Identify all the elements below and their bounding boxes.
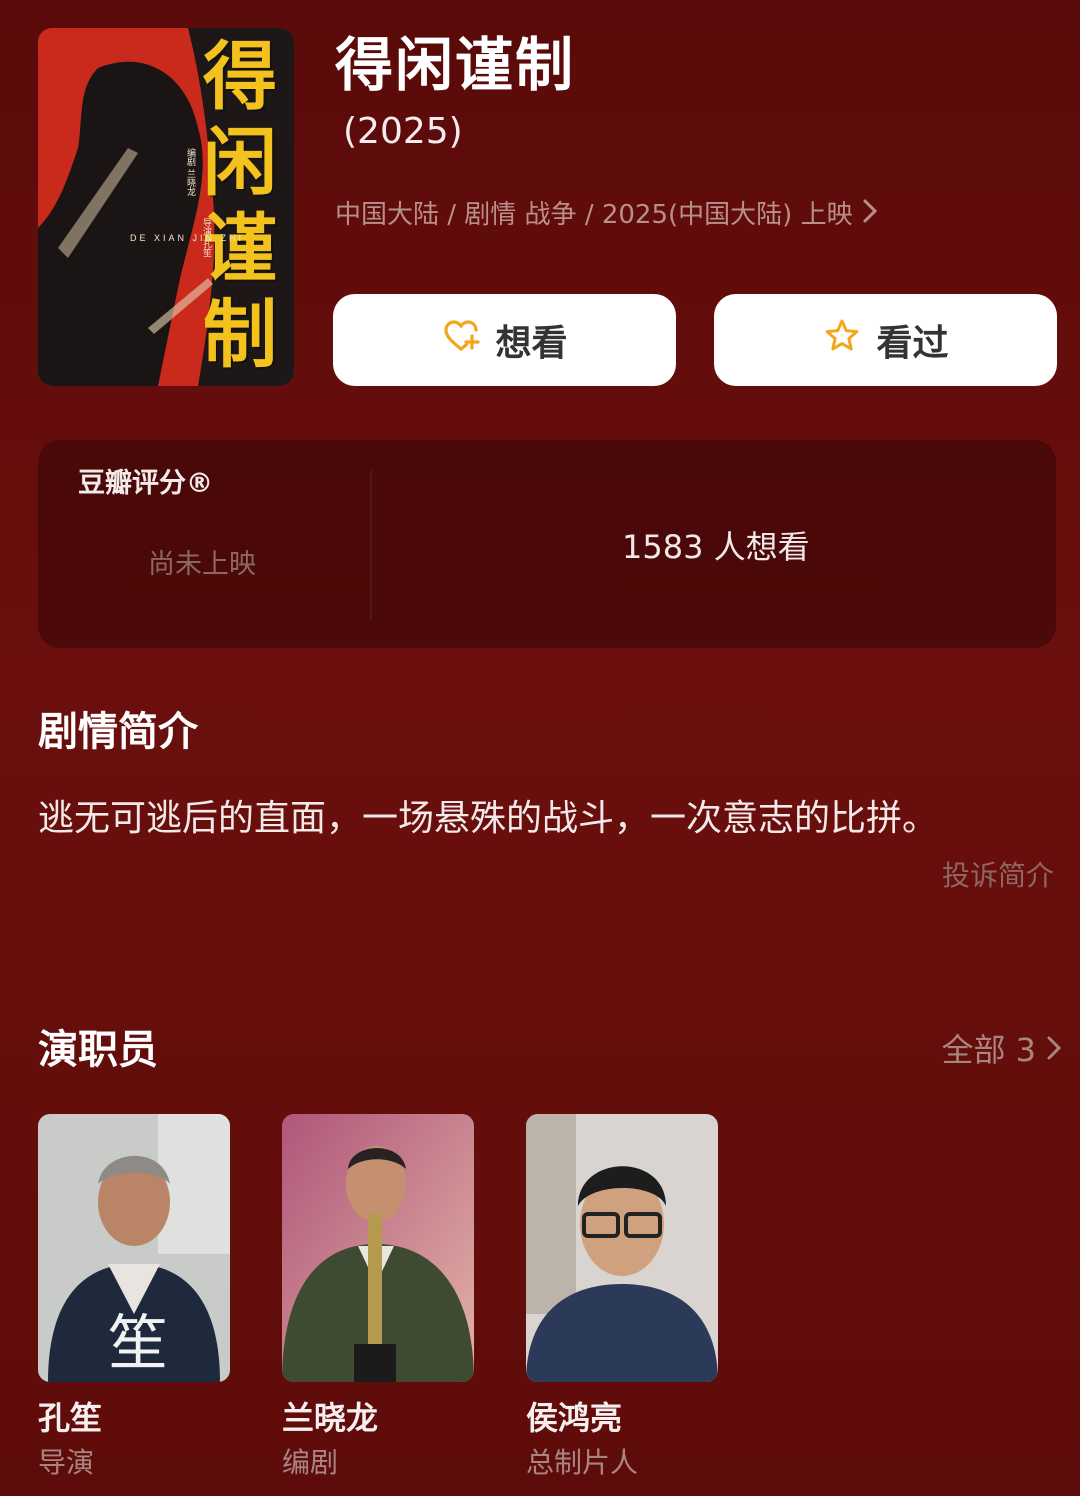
want-to-watch-label: 想看 [495,323,568,364]
poster-credit-writer: 编剧 兰晓龙 [185,148,195,196]
rating-divider [370,470,372,620]
douban-rating-label: 豆瓣评分® [78,468,213,499]
want-count: 1583 人想看 [622,528,810,566]
plot-section-title: 剧情简介 [38,709,198,755]
rating-status: 尚未上映 [148,549,256,580]
movie-year: (2025) [343,111,463,152]
avatar [526,1114,718,1382]
svg-text:笙: 笙 [108,1309,168,1379]
cast-member-role: 总制片人 [526,1446,639,1479]
cast-member-card[interactable]: 笙 孔笙 导演 [38,1114,230,1482]
star-icon [822,316,862,365]
cast-member-name: 侯鸿亮 [526,1399,623,1437]
movie-meta-link[interactable]: 中国大陆 / 剧情 战争 / 2025(中国大陆) 上映 [335,196,879,234]
chevron-right-icon [1046,1028,1062,1072]
movie-title: 得闲谨制 [335,31,576,99]
want-to-watch-button[interactable]: 想看 [333,294,676,386]
cast-member-card[interactable]: 兰晓龙 编剧 [282,1114,474,1482]
report-summary-link[interactable]: 投诉简介 [942,856,1054,896]
poster-title: 得 闲 谨 制 [203,34,277,378]
plot-summary: 逃无可逃后的直面，一场悬殊的战斗，一次意志的比拼。 [38,798,939,839]
poster-subtitle: DE XIAN JIN ZHI [130,233,245,243]
avatar [282,1114,474,1382]
cast-member-role: 导演 [38,1446,95,1479]
cast-member-card[interactable]: 侯鸿亮 总制片人 [526,1114,718,1482]
heart-plus-icon [441,316,481,365]
cast-member-name: 孔笙 [38,1399,103,1437]
cast-all-link[interactable]: 全部 3 [941,1028,1062,1072]
cast-member-name: 兰晓龙 [282,1399,379,1437]
movie-poster[interactable]: 得 闲 谨 制 DE XIAN JIN ZHI 编剧 兰晓龙 导演 孔笙 [38,28,294,386]
watched-button[interactable]: 看过 [714,294,1057,386]
watched-label: 看过 [876,323,949,364]
poster-credit-director: 导演 孔笙 [201,218,211,257]
cast-section-title: 演职员 [38,1027,158,1073]
chevron-right-icon [861,196,879,234]
movie-meta-text: 中国大陆 / 剧情 战争 / 2025(中国大陆) 上映 [335,200,853,230]
cast-member-role: 编剧 [282,1446,339,1479]
avatar: 笙 [38,1114,230,1382]
cast-all-label: 全部 3 [941,1031,1036,1069]
